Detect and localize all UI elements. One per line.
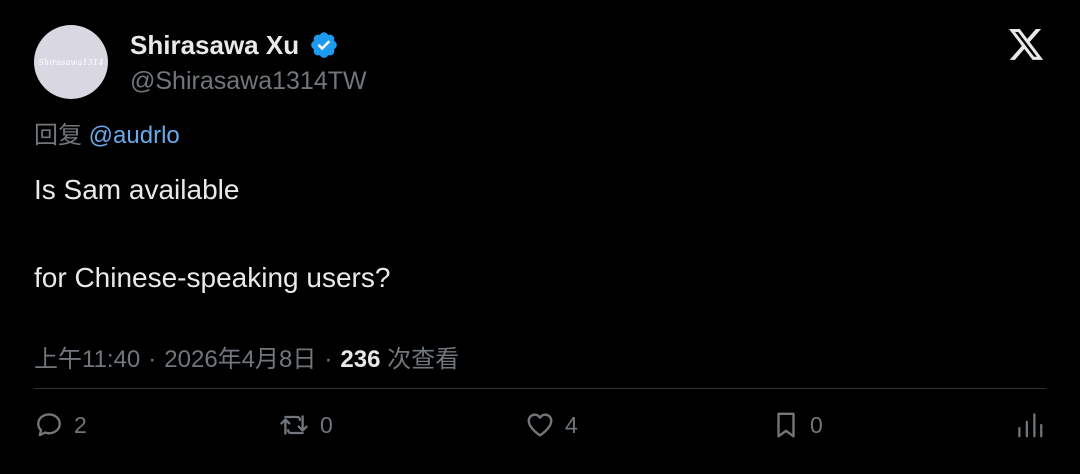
views-count: 236 (340, 346, 381, 373)
reply-button[interactable]: 2 (34, 406, 87, 444)
retweet-button[interactable]: 0 (278, 406, 333, 444)
tweet-text: Is Sam available for Chinese-speaking us… (34, 168, 390, 300)
like-button[interactable]: 4 (525, 406, 578, 444)
avatar-text: Shirasawa1314 (38, 57, 104, 67)
tweet-date[interactable]: 2026年4月8日 (164, 346, 316, 373)
reply-icon (37, 413, 61, 437)
x-logo-icon[interactable] (1007, 28, 1045, 64)
author-handle[interactable]: @Shirasawa1314TW (130, 67, 367, 96)
heart-icon (527, 413, 553, 437)
tweet-time[interactable]: 上午11:40 (34, 346, 140, 373)
retweet-icon (280, 415, 308, 435)
reply-prefix: 回复 (34, 122, 82, 149)
bookmark-button[interactable]: 0 (772, 406, 823, 444)
meta-separator: · (324, 346, 333, 373)
verified-badge-icon (311, 32, 337, 58)
meta-separator: · (148, 346, 157, 373)
reply-context: 回复 @audrlo (34, 115, 180, 150)
views-label: 次查看 (387, 346, 460, 373)
retweet-count: 0 (320, 411, 333, 438)
avatar[interactable]: Shirasawa1314 (34, 25, 108, 99)
reply-count: 2 (74, 411, 87, 438)
tweet-text-line: Is Sam available (34, 174, 240, 205)
like-count: 4 (565, 411, 578, 438)
bookmark-count: 0 (810, 411, 823, 438)
stats-icon (1018, 413, 1043, 438)
author-name[interactable]: Shirasawa Xu (130, 30, 299, 61)
stats-button[interactable] (1014, 406, 1046, 444)
reply-mention-link[interactable]: @audrlo (89, 122, 180, 149)
author-name-row: Shirasawa Xu (130, 28, 339, 62)
tweet-text-line: for Chinese-speaking users? (34, 262, 391, 293)
bookmark-icon (777, 412, 795, 438)
tweet-meta: 上午11:40 · 2026年4月8日 · 236 次查看 (34, 339, 459, 374)
divider (34, 388, 1046, 389)
